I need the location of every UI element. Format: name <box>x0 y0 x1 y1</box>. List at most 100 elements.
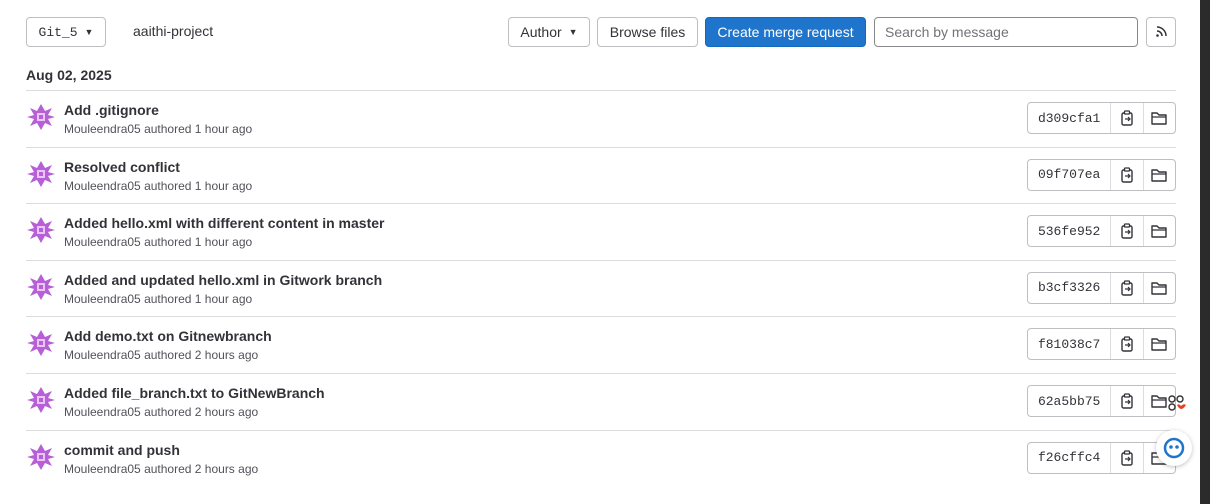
copy-sha-button[interactable] <box>1111 216 1142 246</box>
commits-toolbar: Git_5 ▼ aaithi-project Author ▼ Browse f… <box>26 17 1176 47</box>
copy-icon <box>1121 166 1133 183</box>
author-label: Author <box>520 24 562 40</box>
commit-title[interactable]: Add .gitignore <box>64 102 159 118</box>
commit-actions: f81038c7 <box>1027 328 1176 361</box>
commit-actions: 62a5bb75 <box>1027 385 1176 417</box>
commit-author[interactable]: Mouleendra05 <box>64 405 141 419</box>
avatar[interactable] <box>26 215 56 246</box>
commit-actions: 09f707ea <box>1027 158 1176 191</box>
copy-sha-button[interactable] <box>1111 386 1142 416</box>
copy-sha-button[interactable] <box>1111 443 1142 473</box>
commit-author[interactable]: Mouleendra05 <box>64 292 141 306</box>
commit-time: authored 2 hours ago <box>144 405 259 419</box>
browse-commit-files-button[interactable] <box>1142 329 1175 360</box>
feedback-icon[interactable] <box>1167 393 1189 417</box>
copy-sha-button[interactable] <box>1111 329 1142 359</box>
avatar[interactable] <box>26 328 56 359</box>
avatar[interactable] <box>26 102 56 132</box>
commit-actions: 536fe952 <box>1027 215 1176 248</box>
commit-row: Add demo.txt on Gitnewbranch Mouleendra05… <box>26 316 1176 374</box>
copy-sha-button[interactable] <box>1111 160 1142 190</box>
create-merge-request-button[interactable]: Create merge request <box>705 17 866 47</box>
commit-meta: Mouleendra05 authored 1 hour ago <box>64 235 252 249</box>
commit-author[interactable]: Mouleendra05 <box>64 235 141 249</box>
commit-row: Add .gitignore Mouleendra05 authored 1 ho… <box>26 90 1176 148</box>
browse-files-button[interactable]: Browse files <box>597 17 698 47</box>
avatar[interactable] <box>26 158 56 189</box>
commit-author[interactable]: Mouleendra05 <box>64 179 141 193</box>
browse-commit-files-button[interactable] <box>1142 159 1175 190</box>
widget-icon <box>1168 395 1186 411</box>
copy-icon <box>1121 223 1133 239</box>
copy-icon <box>1121 393 1133 409</box>
commit-title[interactable]: Added and updated hello.xml in Gitwork b… <box>64 272 382 288</box>
avatar[interactable] <box>26 385 56 415</box>
project-name: aaithi-project <box>133 23 214 39</box>
commit-row: Added hello.xml with different content i… <box>26 203 1176 261</box>
copy-sha-button[interactable] <box>1111 273 1142 303</box>
avatar[interactable] <box>26 271 56 302</box>
branch-name: Git_5 <box>38 24 78 40</box>
commit-sha[interactable]: b3cf3326 <box>1028 272 1112 303</box>
commit-time: authored 1 hour ago <box>144 291 253 306</box>
bot-icon <box>1163 437 1185 459</box>
commit-title[interactable]: Resolved conflict <box>64 159 180 175</box>
date-group-heading: Aug 02, 2025 <box>26 67 112 83</box>
commit-meta: Mouleendra05 authored 1 hour ago <box>64 292 252 306</box>
browse-commit-files-button[interactable] <box>1142 272 1175 303</box>
avatar[interactable] <box>26 441 56 472</box>
commit-title[interactable]: Add demo.txt on Gitnewbranch <box>64 328 272 344</box>
commit-actions: d309cfa1 <box>1027 102 1176 134</box>
commit-author[interactable]: Mouleendra05 <box>64 122 141 136</box>
copy-sha-button[interactable] <box>1111 103 1142 133</box>
commit-meta: Mouleendra05 authored 2 hours ago <box>64 462 258 476</box>
chevron-down-icon: ▼ <box>568 27 578 37</box>
commit-actions: b3cf3326 <box>1027 271 1176 304</box>
assistant-bubble[interactable] <box>1156 430 1192 466</box>
commit-time: authored 1 hour ago <box>144 235 253 250</box>
folder-icon <box>1151 338 1168 352</box>
copy-icon <box>1121 280 1133 296</box>
commit-author[interactable]: Mouleendra05 <box>64 462 141 476</box>
folder-icon <box>1151 282 1168 295</box>
folder-icon <box>1151 225 1168 238</box>
commit-sha[interactable]: 536fe952 <box>1028 216 1112 247</box>
commit-actions: f26cffc4 <box>1027 441 1176 474</box>
commit-row: Added and updated hello.xml in Gitwork b… <box>26 259 1176 318</box>
browse-commit-files-button[interactable] <box>1142 103 1175 133</box>
rss-icon <box>1156 26 1167 37</box>
copy-icon <box>1121 110 1133 126</box>
commit-title[interactable]: Added file_branch.txt to GitNewBranch <box>64 385 325 401</box>
commit-sha[interactable]: f26cffc4 <box>1028 442 1112 473</box>
chevron-down-icon: ▼ <box>84 27 94 37</box>
commit-meta: Mouleendra05 authored 1 hour ago <box>64 179 252 193</box>
branch-selector[interactable]: Git_5 ▼ <box>26 17 106 47</box>
folder-icon <box>1151 168 1168 182</box>
search-input[interactable] <box>874 17 1138 47</box>
commit-sha[interactable]: d309cfa1 <box>1028 103 1112 133</box>
scrollbar[interactable] <box>1200 0 1210 504</box>
commit-meta: Mouleendra05 authored 2 hours ago <box>64 348 258 362</box>
commit-meta: Mouleendra05 authored 1 hour ago <box>64 122 252 136</box>
commit-row: Added file_branch.txt to GitNewBranch Mou… <box>26 373 1176 431</box>
commit-author[interactable]: Mouleendra05 <box>64 348 141 362</box>
commit-sha[interactable]: f81038c7 <box>1028 329 1112 360</box>
author-dropdown[interactable]: Author ▼ <box>508 17 590 47</box>
browse-files-label: Browse files <box>609 24 686 40</box>
commit-meta: Mouleendra05 authored 2 hours ago <box>64 405 258 419</box>
folder-icon <box>1151 395 1168 408</box>
commit-time: authored 2 hours ago <box>144 348 259 363</box>
rss-feed-button[interactable] <box>1146 17 1176 47</box>
folder-icon <box>1151 112 1168 125</box>
commit-time: authored 1 hour ago <box>144 122 253 136</box>
copy-icon <box>1121 449 1133 466</box>
commit-time: authored 2 hours ago <box>144 461 259 476</box>
create-merge-request-label: Create merge request <box>717 24 854 40</box>
commit-title[interactable]: commit and push <box>64 442 180 458</box>
commit-sha[interactable]: 62a5bb75 <box>1028 386 1112 416</box>
commit-row: Resolved conflict Mouleendra05 authored 1… <box>26 146 1176 205</box>
commit-sha[interactable]: 09f707ea <box>1028 159 1112 190</box>
browse-commit-files-button[interactable] <box>1142 216 1175 247</box>
copy-icon <box>1121 336 1133 353</box>
commit-title[interactable]: Added hello.xml with different content i… <box>64 215 384 231</box>
